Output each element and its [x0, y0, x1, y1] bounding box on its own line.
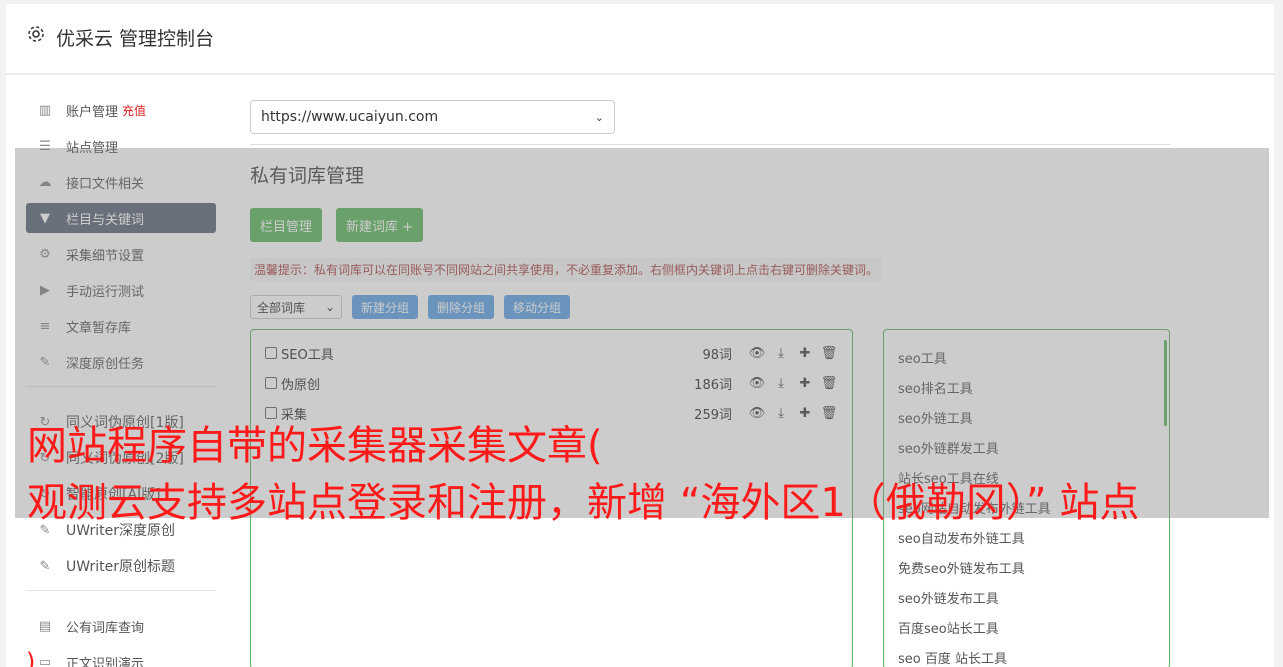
keyword-item[interactable]: seo工具	[898, 342, 1155, 372]
database-icon: ≡	[39, 318, 51, 334]
lexicon-checkbox[interactable]	[265, 377, 277, 389]
sidebar-item-label: 采集细节设置	[66, 248, 145, 264]
bar-chart-icon: ▥	[38, 102, 52, 118]
site-select-value: https://www.ucaiyun.com	[261, 109, 439, 125]
sidebar-item-account[interactable]: ▥ 账户管理 充值	[26, 95, 216, 125]
plus-icon[interactable]: ✚	[796, 406, 814, 421]
lexicon-filter-select[interactable]: 全部词库 ⌄	[250, 295, 342, 319]
eye-icon[interactable]: 👁	[748, 406, 766, 421]
column-manage-button[interactable]: 栏目管理	[250, 208, 323, 242]
list-item: 伪原创 186词 👁 ⤓ ✚ 🗑	[265, 368, 838, 398]
gear-icon	[28, 26, 44, 42]
sidebar-divider	[26, 386, 216, 387]
lexicon-count: 259词	[694, 407, 732, 423]
action-buttons: 栏目管理 新建词库 +	[250, 208, 1170, 242]
sidebar-item-uwriter-title[interactable]: ✎ UWriter原创标题	[26, 551, 216, 581]
list-item: SEO工具 98词 👁 ⤓ ✚ 🗑	[265, 338, 838, 368]
server-icon: ☰	[39, 138, 51, 154]
sidebar-item-columns-keywords[interactable]: ▼ 栏目与关键词	[26, 203, 216, 233]
app-title: 优采云 管理控制台	[56, 28, 215, 50]
site-select[interactable]: https://www.ucaiyun.com ⌄	[250, 100, 615, 134]
keyword-item[interactable]: seo外链工具	[898, 402, 1155, 432]
scrollbar[interactable]	[1164, 340, 1167, 426]
page-title: 私有词库管理	[250, 165, 365, 187]
overlay-caption-line-2: 观测云支持多站点登录和注册，新增 “海外区1（俄勒冈）” 站点	[27, 480, 1140, 526]
keyword-item[interactable]: 免费seo外链发布工具	[898, 552, 1155, 582]
chevron-down-icon: ⌄	[594, 110, 604, 124]
recharge-link[interactable]: 充值	[122, 102, 146, 119]
sidebar-item-label: UWriter原创标题	[66, 559, 175, 575]
play-circle-icon: ▶	[40, 282, 50, 298]
download-icon[interactable]: ⤓	[772, 406, 790, 421]
cloud-upload-icon: ☁	[38, 174, 52, 190]
lexicon-count: 98词	[702, 347, 732, 363]
group-controls: 全部词库 ⌄ 新建分组 删除分组 移动分组	[250, 295, 1170, 319]
sidebar-item-public-lexicon[interactable]: ▤ 公有词库查询	[26, 611, 216, 641]
eye-icon[interactable]: 👁	[748, 346, 766, 361]
sidebar-divider	[26, 590, 216, 591]
keyword-item[interactable]: 百度seo站长工具	[898, 612, 1155, 642]
filter-icon: ▼	[40, 210, 50, 226]
sidebar-item-label: 账户管理	[66, 104, 119, 120]
lexicon-name[interactable]: SEO工具	[281, 344, 672, 363]
overlay-corner-mark: )	[26, 648, 36, 667]
sidebar-item-label: 深度原创任务	[66, 356, 145, 372]
sidebar-item-label: 公有词库查询	[66, 620, 145, 636]
main-panel: ▥ 账户管理 充值 ☰ 站点管理 ☁ 接口文件相关 ▼ 栏目与关键词 ⚙ 采集细…	[6, 75, 1274, 667]
sidebar-item-body-recognition[interactable]: ▭ 正文识别演示	[26, 647, 216, 667]
sidebar-item-article-store[interactable]: ≡ 文章暂存库	[26, 311, 216, 341]
sidebar-item-label: 手动运行测试	[66, 284, 145, 300]
keyword-item[interactable]: seo 百度 站长工具	[898, 642, 1155, 667]
sidebar-item-deep-original[interactable]: ✎ 深度原创任务	[26, 347, 216, 377]
sidebar-item-label: 接口文件相关	[66, 176, 145, 192]
new-lexicon-button[interactable]: 新建词库 +	[336, 208, 424, 242]
move-group-button[interactable]: 移动分组	[504, 295, 571, 319]
trash-icon[interactable]: 🗑	[820, 346, 838, 361]
download-icon[interactable]: ⤓	[772, 376, 790, 391]
chevron-down-icon: ⌄	[324, 300, 335, 314]
plus-icon[interactable]: ✚	[796, 346, 814, 361]
download-icon[interactable]: ⤓	[772, 346, 790, 361]
delete-group-button[interactable]: 删除分组	[428, 295, 495, 319]
sidebar-item-label: 正文识别演示	[66, 656, 145, 667]
trash-icon[interactable]: 🗑	[820, 376, 838, 391]
divider	[250, 144, 1170, 145]
content-area: https://www.ucaiyun.com ⌄ 私有词库管理 栏目管理 新建…	[250, 100, 1170, 667]
sidebar-item-label: 栏目与关键词	[66, 212, 145, 228]
lexicon-count: 186词	[694, 377, 732, 393]
lexicon-name[interactable]: 伪原创	[281, 374, 672, 393]
sidebar-item-sites[interactable]: ☰ 站点管理	[26, 131, 216, 161]
eye-icon[interactable]: 👁	[748, 376, 766, 391]
overlay-caption-line-1: 网站程序自带的采集器采集文章(	[27, 423, 603, 469]
sidebar-item-label: 站点管理	[66, 140, 119, 156]
trash-icon[interactable]: 🗑	[820, 406, 838, 421]
book-icon: ▤	[38, 618, 52, 634]
tip-text: 温馨提示：私有词库可以在同账号不同网站之间共享使用，不必重复添加。右侧框内关键词…	[250, 258, 883, 281]
gears-icon: ⚙	[39, 246, 51, 262]
sidebar: ▥ 账户管理 充值 ☰ 站点管理 ☁ 接口文件相关 ▼ 栏目与关键词 ⚙ 采集细…	[26, 95, 216, 667]
plus-icon[interactable]: ✚	[796, 376, 814, 391]
lexicon-checkbox[interactable]	[265, 347, 277, 359]
edit-icon: ✎	[39, 558, 51, 574]
lexicon-filter-value: 全部词库	[257, 300, 306, 315]
keyword-item[interactable]: seo外链群发工具	[898, 432, 1155, 462]
new-group-button[interactable]: 新建分组	[352, 295, 419, 319]
sidebar-item-collect-settings[interactable]: ⚙ 采集细节设置	[26, 239, 216, 269]
sidebar-item-label: 文章暂存库	[66, 320, 132, 336]
keyword-item[interactable]: seo排名工具	[898, 372, 1155, 402]
edit-icon: ✎	[39, 354, 51, 370]
sidebar-item-interface[interactable]: ☁ 接口文件相关	[26, 167, 216, 197]
sidebar-item-manual-run[interactable]: ▶ 手动运行测试	[26, 275, 216, 305]
keyword-item[interactable]: seo外链发布工具	[898, 582, 1155, 612]
monitor-icon: ▭	[38, 654, 52, 667]
app-header: 优采云 管理控制台	[6, 4, 1274, 74]
